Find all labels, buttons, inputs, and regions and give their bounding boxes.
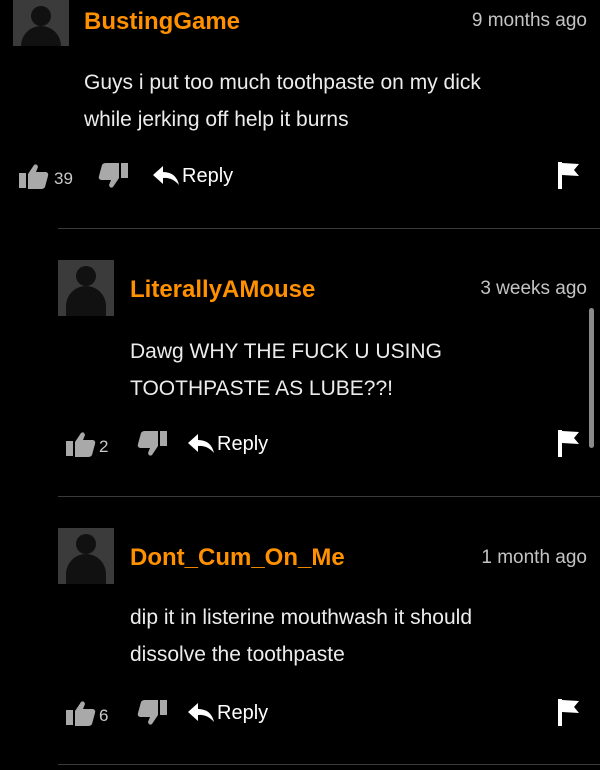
reply-arrow-icon <box>153 166 179 185</box>
thumbs-down-icon <box>137 700 167 725</box>
flag-button[interactable] <box>557 160 581 195</box>
comment-actions: 2 Reply <box>0 428 600 458</box>
reply-button[interactable]: Reply <box>187 699 287 727</box>
like-count: 39 <box>54 169 73 188</box>
flag-icon <box>558 162 579 189</box>
reply-button[interactable]: Reply <box>152 162 252 190</box>
reply-arrow-icon <box>188 434 214 453</box>
reply-label: Reply <box>217 702 269 724</box>
like-count: 6 <box>99 706 109 725</box>
like-button[interactable] <box>66 699 96 732</box>
comment-text: dip it in listerine mouthwash it should … <box>130 599 600 673</box>
comment-timestamp: 9 months ago <box>471 10 587 31</box>
like-count: 2 <box>99 437 109 456</box>
avatar[interactable] <box>58 528 114 584</box>
comment-divider <box>58 764 600 765</box>
thumbs-up-icon <box>66 701 96 726</box>
reply-label: Reply <box>182 165 234 187</box>
thumbs-down-icon <box>98 163 128 188</box>
comment-actions: 6 Reply <box>0 697 600 727</box>
comment-text-line: dip it in listerine mouthwash it should <box>130 606 473 629</box>
comment-text-line: Dawg WHY THE FUCK U USING <box>130 340 442 363</box>
reply-label: Reply <box>217 433 269 455</box>
comment-text-line: TOOTHPASTE AS LUBE??! <box>130 377 393 400</box>
flag-button[interactable] <box>557 428 581 463</box>
dislike-button[interactable] <box>137 699 167 732</box>
like-button[interactable] <box>19 162 49 195</box>
flag-icon <box>558 699 579 726</box>
comment-username[interactable]: Dont_Cum_On_Me <box>130 544 345 572</box>
comment-username[interactable]: LiterallyAMouse <box>130 276 315 304</box>
comment-divider <box>58 228 600 229</box>
avatar[interactable] <box>58 260 114 316</box>
comment-username[interactable]: BustingGame <box>84 8 240 36</box>
comment-divider <box>58 496 600 497</box>
comment-timestamp: 1 month ago <box>481 547 587 568</box>
like-button[interactable] <box>66 430 96 463</box>
thumbs-down-icon <box>137 431 167 456</box>
reply-arrow-icon <box>188 703 214 722</box>
comment-text-line: Guys i put too much toothpaste on my dic… <box>84 71 481 94</box>
dislike-button[interactable] <box>98 162 128 195</box>
thumbs-up-icon <box>19 164 49 189</box>
comment-text-line: while jerking off help it burns <box>84 108 349 131</box>
reply-button[interactable]: Reply <box>187 430 287 458</box>
avatar[interactable] <box>13 0 69 46</box>
flag-icon <box>558 430 579 457</box>
dislike-button[interactable] <box>137 430 167 463</box>
comment-text: Dawg WHY THE FUCK U USING TOOTHPASTE AS … <box>130 333 600 407</box>
scrollbar[interactable] <box>589 308 594 448</box>
thumbs-up-icon <box>66 432 96 457</box>
comment-text: Guys i put too much toothpaste on my dic… <box>84 64 554 138</box>
comment-actions: 39 Reply <box>0 160 600 190</box>
flag-button[interactable] <box>557 697 581 732</box>
comment-text-line: dissolve the toothpaste <box>130 643 345 666</box>
comment-timestamp: 3 weeks ago <box>480 278 587 299</box>
